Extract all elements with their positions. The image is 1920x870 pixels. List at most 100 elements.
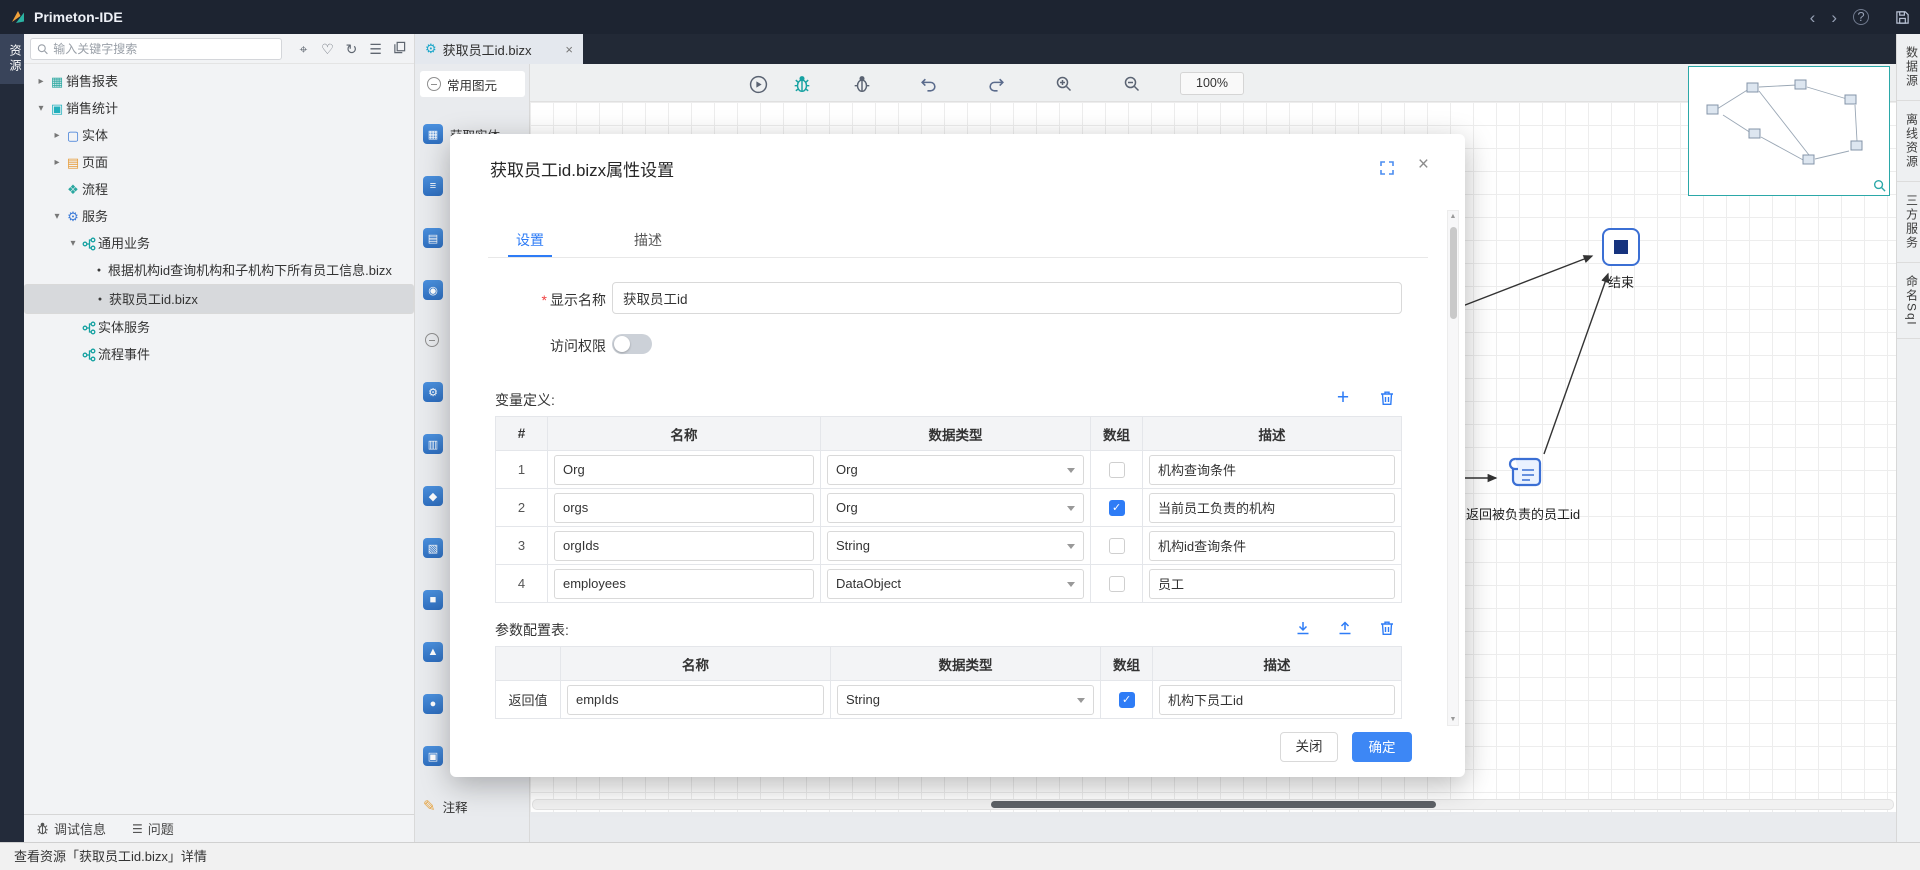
tab-active-bizx[interactable]: ⚙ 获取员工id.bizx × [415, 34, 583, 64]
param-name-input[interactable] [567, 685, 824, 715]
palette-item-10[interactable]: ▲ [423, 626, 443, 678]
chevron-right-icon[interactable]: ▸ [34, 68, 48, 95]
palette-item-8[interactable]: ▧ [423, 522, 443, 574]
return-node[interactable] [1506, 456, 1544, 488]
export-icon[interactable] [1334, 617, 1356, 639]
variable-desc-input[interactable] [1149, 493, 1395, 523]
save-icon[interactable] [1895, 10, 1910, 25]
access-toggle[interactable] [612, 334, 652, 354]
palette-item-6[interactable]: ▥ [423, 418, 443, 470]
search-input[interactable] [53, 42, 275, 56]
chevron-right-icon[interactable]: ▸ [50, 149, 64, 176]
debug-button[interactable] [792, 74, 812, 94]
tab-description[interactable]: 描述 [626, 230, 670, 250]
tree-item-sales-report[interactable]: ▸ ▦ 销售报表 [24, 68, 414, 95]
array-checkbox[interactable] [1109, 538, 1125, 554]
delete-variable-icon[interactable] [1376, 387, 1398, 409]
tree-item-sales-statistics[interactable]: ▾ ▣ 销售统计 [24, 95, 414, 122]
variable-name-input[interactable] [554, 569, 814, 599]
tree-item-bizx-file-selected[interactable]: ● 获取员工id.bizx [24, 284, 414, 314]
search-box[interactable] [30, 38, 282, 60]
tab-settings[interactable]: 设置 [508, 230, 552, 250]
copy-icon[interactable] [391, 41, 408, 56]
add-variable-icon[interactable]: + [1332, 386, 1354, 408]
nav-back-icon[interactable]: ‹ [1810, 9, 1816, 26]
redo-button[interactable] [986, 74, 1006, 94]
palette-item-12[interactable]: ▣ [423, 730, 443, 782]
zoom-level-select[interactable]: 100% [1180, 72, 1244, 95]
delete-param-icon[interactable] [1376, 617, 1398, 639]
minimap[interactable] [1688, 66, 1890, 196]
scroll-up-icon[interactable]: ▲ [1448, 213, 1458, 220]
tree-item-service[interactable]: ▾ ⚙ 服务 [24, 203, 414, 230]
maximize-icon[interactable] [1379, 160, 1395, 176]
tree-item-flow-events[interactable]: 流程事件 [24, 341, 414, 368]
display-name-input[interactable] [612, 282, 1402, 314]
chevron-down-icon[interactable]: ▾ [66, 230, 80, 257]
variable-desc-input[interactable] [1149, 531, 1395, 561]
close-button[interactable]: 关闭 [1280, 732, 1338, 762]
locate-icon[interactable]: ⌖ [295, 42, 312, 56]
array-checkbox[interactable] [1119, 692, 1135, 708]
palette-item-11[interactable]: ● [423, 678, 443, 730]
step-debug-button[interactable] [852, 74, 872, 94]
tree-item-page[interactable]: ▸ ▤ 页面 [24, 149, 414, 176]
palette-item-7[interactable]: ◆ [423, 470, 443, 522]
refresh-icon[interactable]: ↻ [343, 42, 360, 56]
variable-type-select[interactable]: Org [827, 455, 1084, 485]
confirm-button[interactable]: 确定 [1352, 732, 1412, 762]
chevron-down-icon[interactable]: ▾ [34, 95, 48, 122]
palette-item-comment[interactable]: ✎ 注释 [423, 780, 468, 832]
tree-item-entity[interactable]: ▸ ▢ 实体 [24, 122, 414, 149]
resources-vertical-tab[interactable]: 资源 [0, 34, 24, 84]
array-checkbox[interactable] [1109, 500, 1125, 516]
tab-close-icon[interactable]: × [565, 42, 573, 57]
palette-section-collapse[interactable] [425, 330, 439, 350]
zoom-out-icon[interactable] [1122, 74, 1142, 94]
scroll-down-icon[interactable]: ▼ [1448, 716, 1458, 723]
tree-item-general-business[interactable]: ▾ 通用业务 [24, 230, 414, 257]
variable-type-select[interactable]: String [827, 531, 1084, 561]
array-checkbox[interactable] [1109, 576, 1125, 592]
menu-icon[interactable]: ☰ [367, 42, 384, 56]
problems-button[interactable]: ☰ 问题 [132, 819, 174, 838]
variable-desc-input[interactable] [1149, 455, 1395, 485]
variable-type-select[interactable]: DataObject [827, 569, 1084, 599]
horizontal-scrollbar[interactable] [532, 799, 1894, 810]
variable-name-input[interactable] [554, 455, 814, 485]
variable-name-input[interactable] [554, 531, 814, 561]
palette-item-4[interactable]: ◉ [423, 264, 443, 316]
array-checkbox[interactable] [1109, 462, 1125, 478]
palette-item-3[interactable]: ▤ [423, 212, 443, 264]
param-type-select[interactable]: String [837, 685, 1094, 715]
variable-type-select[interactable]: Org [827, 493, 1084, 523]
favorite-icon[interactable]: ♡ [319, 42, 336, 56]
chevron-down-icon[interactable]: ▾ [50, 203, 64, 230]
right-tab-datasource[interactable]: 数据源 [1897, 34, 1920, 101]
tree-item-bizx-file[interactable]: ● 根据机构id查询机构和子机构下所有员工信息.bizx [24, 257, 414, 284]
undo-button[interactable] [918, 74, 938, 94]
zoom-in-icon[interactable] [1054, 74, 1074, 94]
right-tab-thirdparty-services[interactable]: 三方服务 [1897, 182, 1920, 263]
dialog-scrollbar-thumb[interactable] [1450, 227, 1457, 319]
dialog-scrollbar[interactable]: ▲ ▼ [1447, 210, 1459, 726]
right-tab-named-sql[interactable]: 命名Sql [1897, 263, 1920, 339]
param-desc-input[interactable] [1159, 685, 1395, 715]
close-icon[interactable]: × [1418, 154, 1429, 176]
variable-desc-input[interactable] [1149, 569, 1395, 599]
import-icon[interactable] [1292, 617, 1314, 639]
tree-item-entity-service[interactable]: 实体服务 [24, 314, 414, 341]
palette-section-header[interactable]: 常用图元 [420, 71, 525, 97]
variable-name-input[interactable] [554, 493, 814, 523]
palette-item-2[interactable]: ≡ [423, 160, 443, 212]
debug-info-button[interactable]: 调试信息 [36, 819, 106, 838]
minimap-zoom-icon[interactable] [1873, 179, 1886, 192]
palette-item-5[interactable]: ⚙ [423, 366, 443, 418]
end-node[interactable] [1602, 228, 1640, 266]
tree-item-flow[interactable]: ❖ 流程 [24, 176, 414, 203]
help-icon[interactable]: ? [1853, 9, 1869, 25]
right-tab-offline-resources[interactable]: 离线资源 [1897, 101, 1920, 182]
chevron-right-icon[interactable]: ▸ [50, 122, 64, 149]
nav-forward-icon[interactable]: › [1831, 9, 1837, 26]
run-button[interactable] [748, 74, 768, 94]
